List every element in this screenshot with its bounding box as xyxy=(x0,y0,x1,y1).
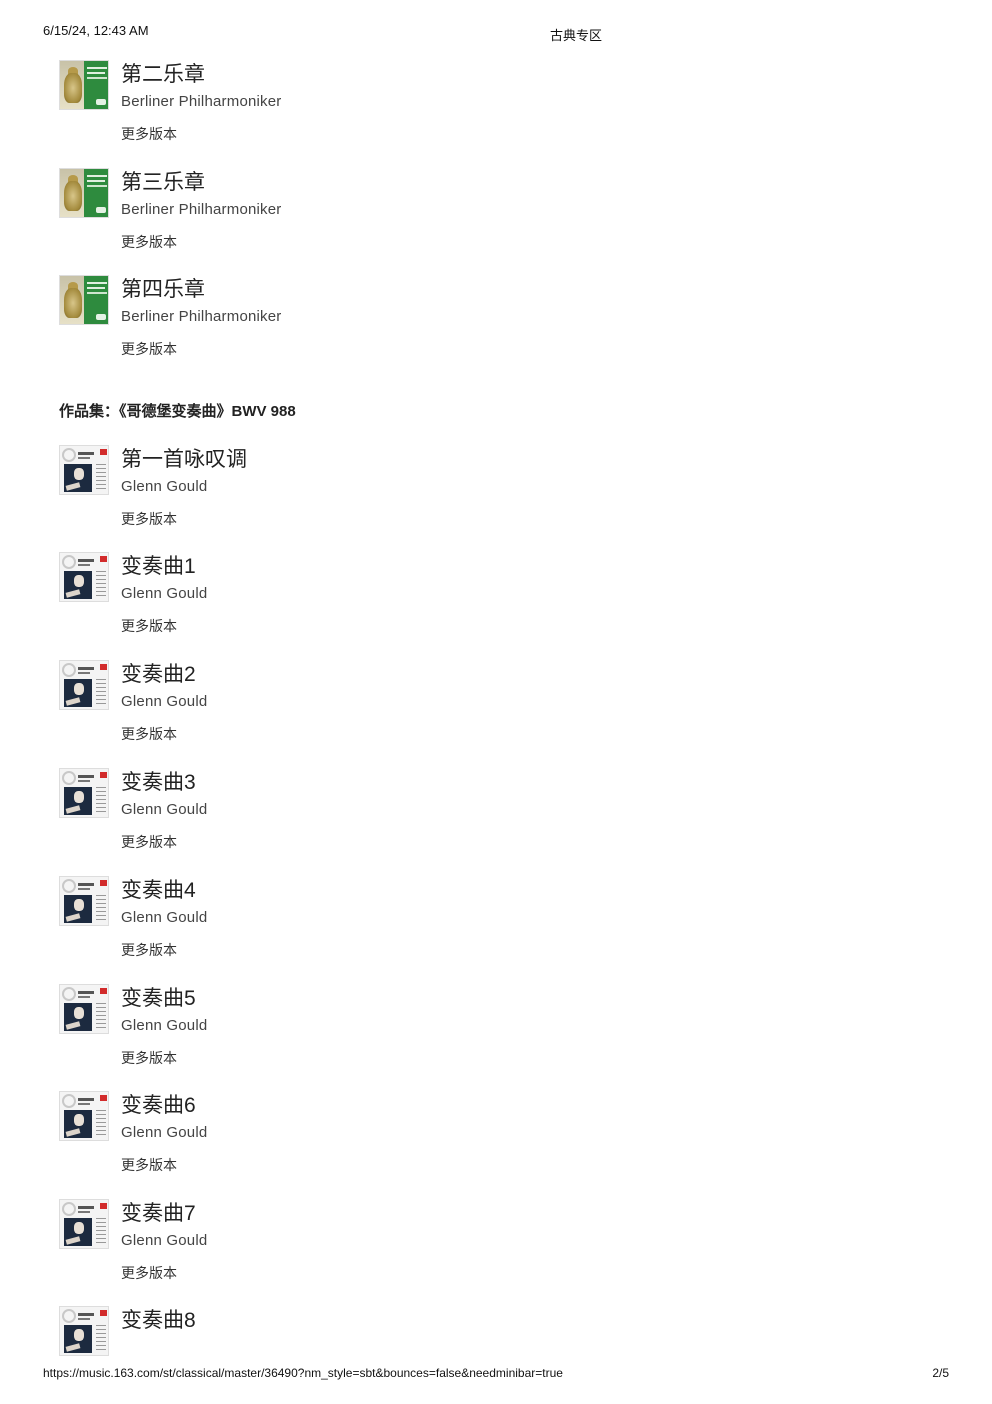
track-item[interactable]: 变奏曲7 Glenn Gould 更多版本 xyxy=(59,1199,659,1299)
track-title[interactable]: 变奏曲2 xyxy=(121,658,196,688)
track-title[interactable]: 变奏曲3 xyxy=(121,766,196,796)
page-number: 2/5 xyxy=(932,1366,949,1380)
more-versions-link[interactable]: 更多版本 xyxy=(121,339,177,359)
track-item[interactable]: 变奏曲5 Glenn Gould 更多版本 xyxy=(59,984,659,1084)
album-cover-image[interactable] xyxy=(59,984,109,1034)
track-item[interactable]: 变奏曲6 Glenn Gould 更多版本 xyxy=(59,1091,659,1191)
track-item[interactable]: 变奏曲4 Glenn Gould 更多版本 xyxy=(59,876,659,976)
track-item[interactable]: 第四乐章 Berliner Philharmoniker 更多版本 xyxy=(59,275,659,375)
album-cover-image[interactable] xyxy=(59,660,109,710)
track-title[interactable]: 第四乐章 xyxy=(121,273,205,303)
track-artist[interactable]: Glenn Gould xyxy=(121,1124,207,1141)
track-title[interactable]: 变奏曲8 xyxy=(121,1304,196,1334)
track-item[interactable]: 变奏曲2 Glenn Gould 更多版本 xyxy=(59,660,659,760)
track-item[interactable]: 变奏曲8 xyxy=(59,1306,659,1356)
track-title[interactable]: 第一首咏叹调 xyxy=(121,443,247,473)
track-item[interactable]: 变奏曲1 Glenn Gould 更多版本 xyxy=(59,552,659,652)
more-versions-link[interactable]: 更多版本 xyxy=(121,124,177,144)
album-cover-image[interactable] xyxy=(59,552,109,602)
track-item[interactable]: 第一首咏叹调 Glenn Gould 更多版本 xyxy=(59,445,659,545)
more-versions-link[interactable]: 更多版本 xyxy=(121,616,177,636)
track-title[interactable]: 变奏曲7 xyxy=(121,1197,196,1227)
track-title[interactable]: 变奏曲1 xyxy=(121,550,196,580)
track-item[interactable]: 变奏曲3 Glenn Gould 更多版本 xyxy=(59,768,659,868)
track-artist[interactable]: Glenn Gould xyxy=(121,1232,207,1249)
track-title[interactable]: 变奏曲4 xyxy=(121,874,196,904)
track-artist[interactable]: Berliner Philharmoniker xyxy=(121,201,282,218)
track-title[interactable]: 变奏曲5 xyxy=(121,982,196,1012)
track-item[interactable]: 第二乐章 Berliner Philharmoniker 更多版本 xyxy=(59,60,659,160)
track-artist[interactable]: Glenn Gould xyxy=(121,585,207,602)
more-versions-link[interactable]: 更多版本 xyxy=(121,509,177,529)
track-artist[interactable]: Berliner Philharmoniker xyxy=(121,93,282,110)
track-artist[interactable]: Glenn Gould xyxy=(121,693,207,710)
album-cover-image[interactable] xyxy=(59,876,109,926)
track-title[interactable]: 变奏曲6 xyxy=(121,1089,196,1119)
album-cover-image[interactable] xyxy=(59,60,109,110)
print-datetime: 6/15/24, 12:43 AM xyxy=(43,23,149,38)
album-cover-image[interactable] xyxy=(59,1306,109,1356)
track-artist[interactable]: Glenn Gould xyxy=(121,801,207,818)
album-cover-image[interactable] xyxy=(59,1199,109,1249)
page-url: https://music.163.com/st/classical/maste… xyxy=(43,1366,563,1380)
more-versions-link[interactable]: 更多版本 xyxy=(121,832,177,852)
track-artist[interactable]: Berliner Philharmoniker xyxy=(121,308,282,325)
more-versions-link[interactable]: 更多版本 xyxy=(121,940,177,960)
track-item[interactable]: 第三乐章 Berliner Philharmoniker 更多版本 xyxy=(59,168,659,268)
more-versions-link[interactable]: 更多版本 xyxy=(121,232,177,252)
album-cover-image[interactable] xyxy=(59,168,109,218)
collection-section-title: 作品集：《哥德堡变奏曲》BWV 988 xyxy=(59,403,296,420)
album-cover-image[interactable] xyxy=(59,445,109,495)
more-versions-link[interactable]: 更多版本 xyxy=(121,1048,177,1068)
album-cover-image[interactable] xyxy=(59,1091,109,1141)
more-versions-link[interactable]: 更多版本 xyxy=(121,1155,177,1175)
album-cover-image[interactable] xyxy=(59,768,109,818)
track-artist[interactable]: Glenn Gould xyxy=(121,909,207,926)
more-versions-link[interactable]: 更多版本 xyxy=(121,1263,177,1283)
track-title[interactable]: 第三乐章 xyxy=(121,166,205,196)
track-artist[interactable]: Glenn Gould xyxy=(121,478,207,495)
track-title[interactable]: 第二乐章 xyxy=(121,58,205,88)
page-title: 古典专区 xyxy=(550,28,603,43)
album-cover-image[interactable] xyxy=(59,275,109,325)
track-artist[interactable]: Glenn Gould xyxy=(121,1017,207,1034)
more-versions-link[interactable]: 更多版本 xyxy=(121,724,177,744)
